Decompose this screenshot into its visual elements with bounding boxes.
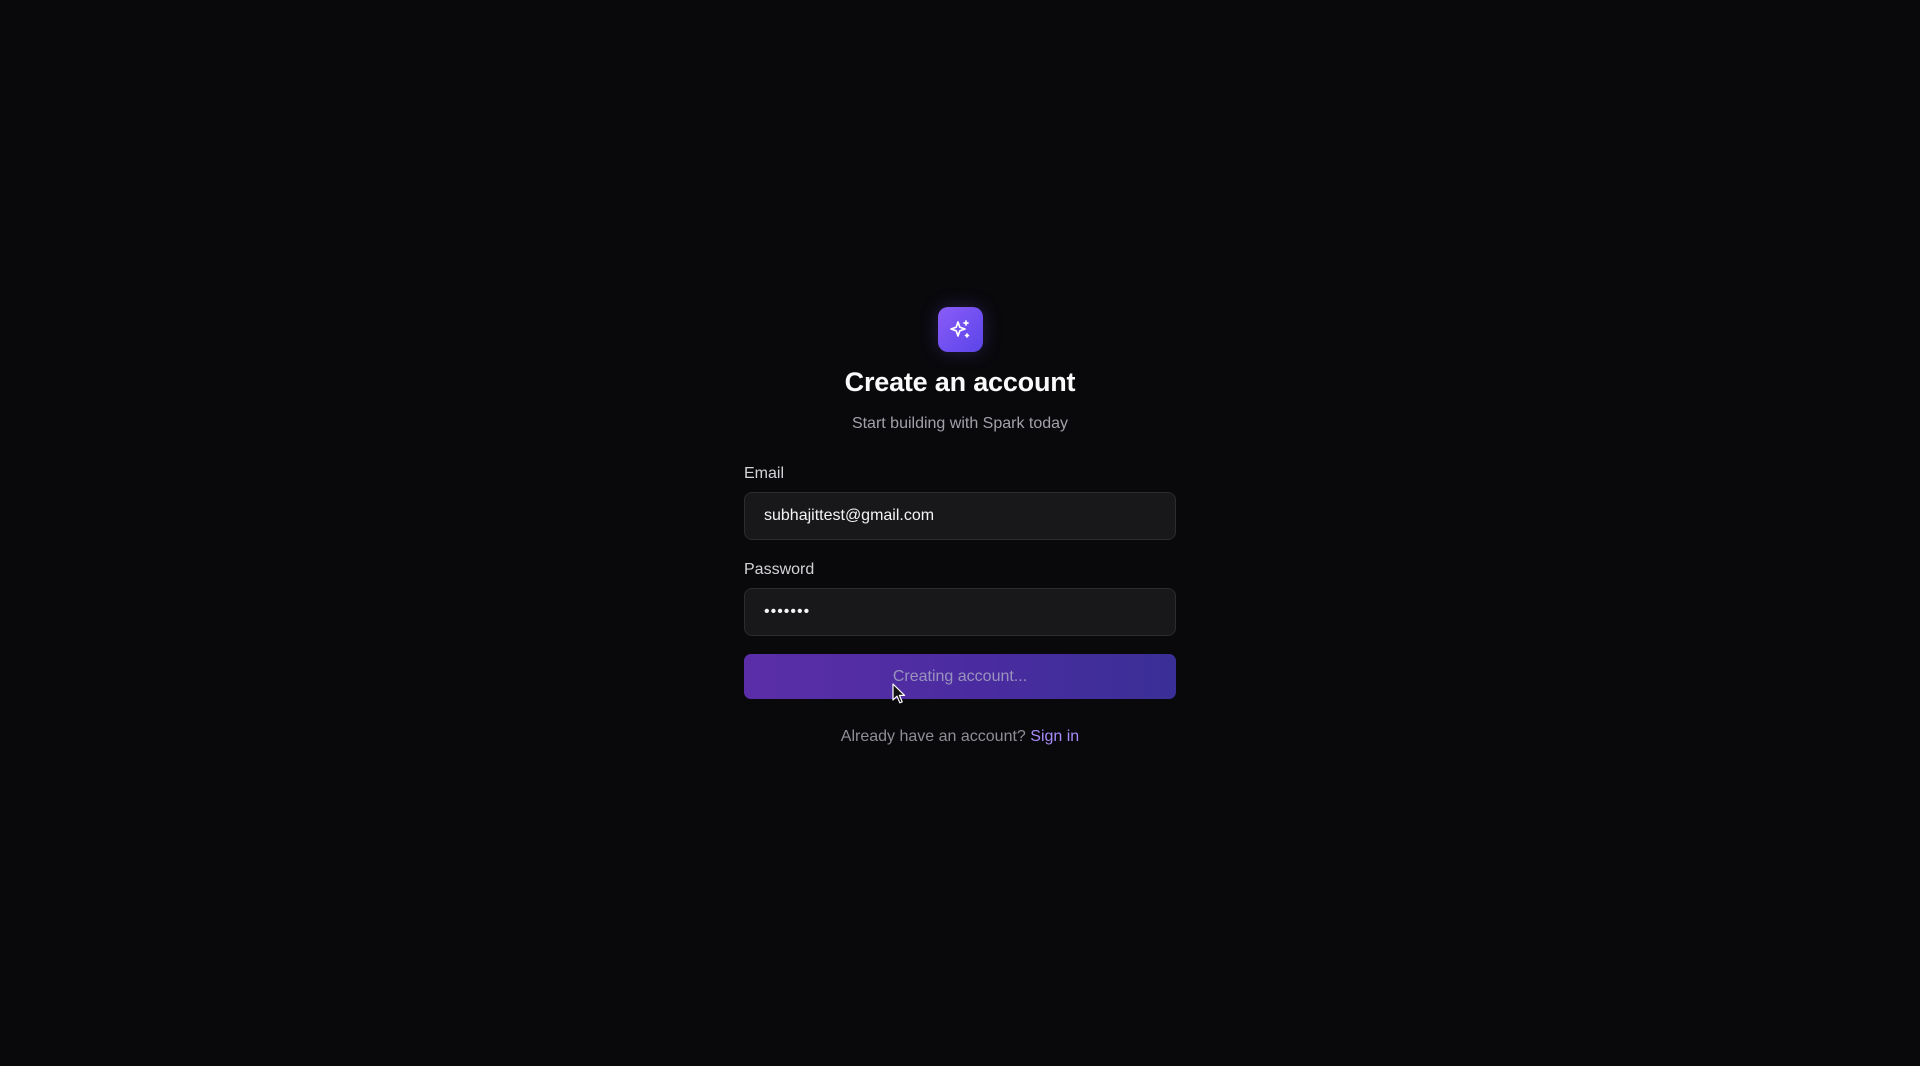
app-logo [937, 307, 983, 352]
password-label: Password [744, 561, 815, 578]
sparkles-icon [950, 319, 970, 338]
signin-prompt: Already have an account? Sign in [744, 728, 1176, 746]
mouse-cursor-icon [892, 683, 906, 704]
signup-card: Create an account Start building with Sp… [744, 307, 1176, 746]
sign-in-link[interactable]: Sign in [1030, 728, 1079, 745]
page-title: Create an account [844, 367, 1076, 397]
create-account-button[interactable]: Creating account... [744, 654, 1176, 699]
signin-prompt-text: Already have an account? [840, 728, 1026, 745]
password-field[interactable] [744, 588, 1176, 636]
email-label: Email [744, 465, 785, 482]
signup-page: Create an account Start building with Sp… [0, 0, 1920, 1066]
email-field[interactable] [744, 492, 1176, 540]
page-subtitle: Start building with Spark today [851, 415, 1069, 432]
